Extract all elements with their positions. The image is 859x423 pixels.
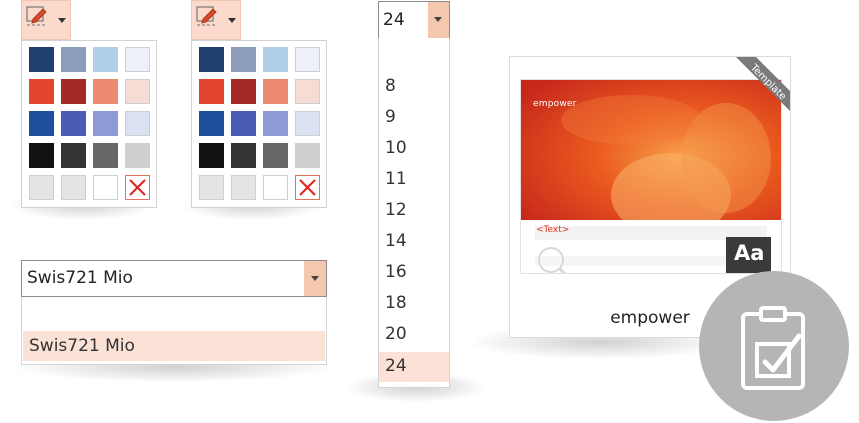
color-swatch[interactable] [263, 47, 288, 72]
size-option[interactable]: 12 [379, 196, 449, 226]
color-swatch[interactable] [61, 143, 86, 168]
size-option[interactable]: 11 [379, 165, 449, 195]
color-swatch[interactable] [93, 143, 118, 168]
font-size-combobox[interactable]: 24 [378, 1, 450, 39]
color-swatch[interactable] [61, 175, 86, 200]
color-swatch[interactable] [231, 111, 256, 136]
pencil-icon [26, 6, 47, 26]
color-swatch[interactable] [29, 175, 54, 200]
color-swatch[interactable] [61, 79, 86, 104]
color-swatch[interactable] [61, 111, 86, 136]
color-swatch[interactable] [231, 47, 256, 72]
color-swatch[interactable] [231, 175, 256, 200]
size-option-selected[interactable]: 24 [379, 352, 449, 382]
font-size-list: 8 9 10 11 12 14 16 18 20 24 [378, 38, 450, 388]
color-swatch[interactable] [29, 47, 54, 72]
size-option[interactable]: 9 [379, 103, 449, 133]
size-option[interactable]: 18 [379, 289, 449, 319]
color-swatch[interactable] [263, 79, 288, 104]
color-swatch[interactable] [231, 143, 256, 168]
color-swatch[interactable] [125, 111, 150, 136]
color-swatch[interactable] [29, 111, 54, 136]
size-option[interactable]: 16 [379, 258, 449, 288]
size-option[interactable]: 14 [379, 227, 449, 257]
clipboard-check-badge [699, 271, 849, 421]
color-swatch[interactable] [295, 143, 320, 168]
color-swatch[interactable] [199, 175, 224, 200]
color-swatch[interactable] [295, 111, 320, 136]
color-palette [21, 40, 157, 208]
color-swatch[interactable] [199, 111, 224, 136]
theme-font-badge: Aa [726, 237, 771, 273]
color-swatch[interactable] [263, 111, 288, 136]
no-color-swatch[interactable] [295, 175, 320, 200]
color-swatch[interactable] [29, 79, 54, 104]
size-option[interactable]: 8 [379, 72, 449, 102]
size-dropdown-button[interactable] [428, 2, 449, 38]
size-option[interactable]: 10 [379, 134, 449, 164]
chevron-down-icon [58, 18, 66, 23]
chevron-down-icon [228, 18, 236, 23]
chevron-down-icon [434, 17, 442, 22]
color-swatch[interactable] [263, 175, 288, 200]
color-picker-button[interactable] [21, 0, 71, 40]
color-swatch[interactable] [263, 143, 288, 168]
font-dropdown-button[interactable] [304, 261, 326, 296]
pencil-icon [196, 6, 217, 26]
font-name-value[interactable]: Swis721 Mio [27, 268, 133, 288]
color-swatch[interactable] [125, 47, 150, 72]
clipboard-check-icon [741, 306, 805, 390]
color-palette [191, 40, 327, 208]
color-swatch[interactable] [295, 79, 320, 104]
color-swatch[interactable] [199, 143, 224, 168]
color-swatch[interactable] [93, 111, 118, 136]
font-dropdown-list: Swis721 Mio [21, 297, 327, 365]
theme-font-glyph: Aa [734, 241, 765, 265]
size-option[interactable]: 20 [379, 320, 449, 350]
color-swatch[interactable] [61, 47, 86, 72]
template-logo: empower [533, 99, 577, 109]
color-swatch[interactable] [93, 79, 118, 104]
no-color-swatch[interactable] [125, 175, 150, 200]
close-icon [129, 179, 146, 196]
font-name-combobox[interactable]: Swis721 Mio [21, 260, 327, 297]
color-swatch[interactable] [125, 143, 150, 168]
font-option[interactable]: Swis721 Mio [23, 331, 325, 361]
chevron-down-icon [311, 276, 319, 281]
font-size-value[interactable]: 24 [383, 10, 405, 30]
color-swatch[interactable] [93, 47, 118, 72]
color-swatch[interactable] [199, 79, 224, 104]
template-placeholder-text: <Text> [536, 225, 570, 235]
color-swatch[interactable] [231, 79, 256, 104]
color-picker-button[interactable] [191, 0, 241, 40]
color-swatch[interactable] [93, 175, 118, 200]
color-swatch[interactable] [295, 47, 320, 72]
color-swatch[interactable] [125, 79, 150, 104]
font-option-label: Swis721 Mio [29, 336, 135, 356]
color-swatch[interactable] [29, 143, 54, 168]
close-icon [299, 179, 316, 196]
color-swatch[interactable] [199, 47, 224, 72]
